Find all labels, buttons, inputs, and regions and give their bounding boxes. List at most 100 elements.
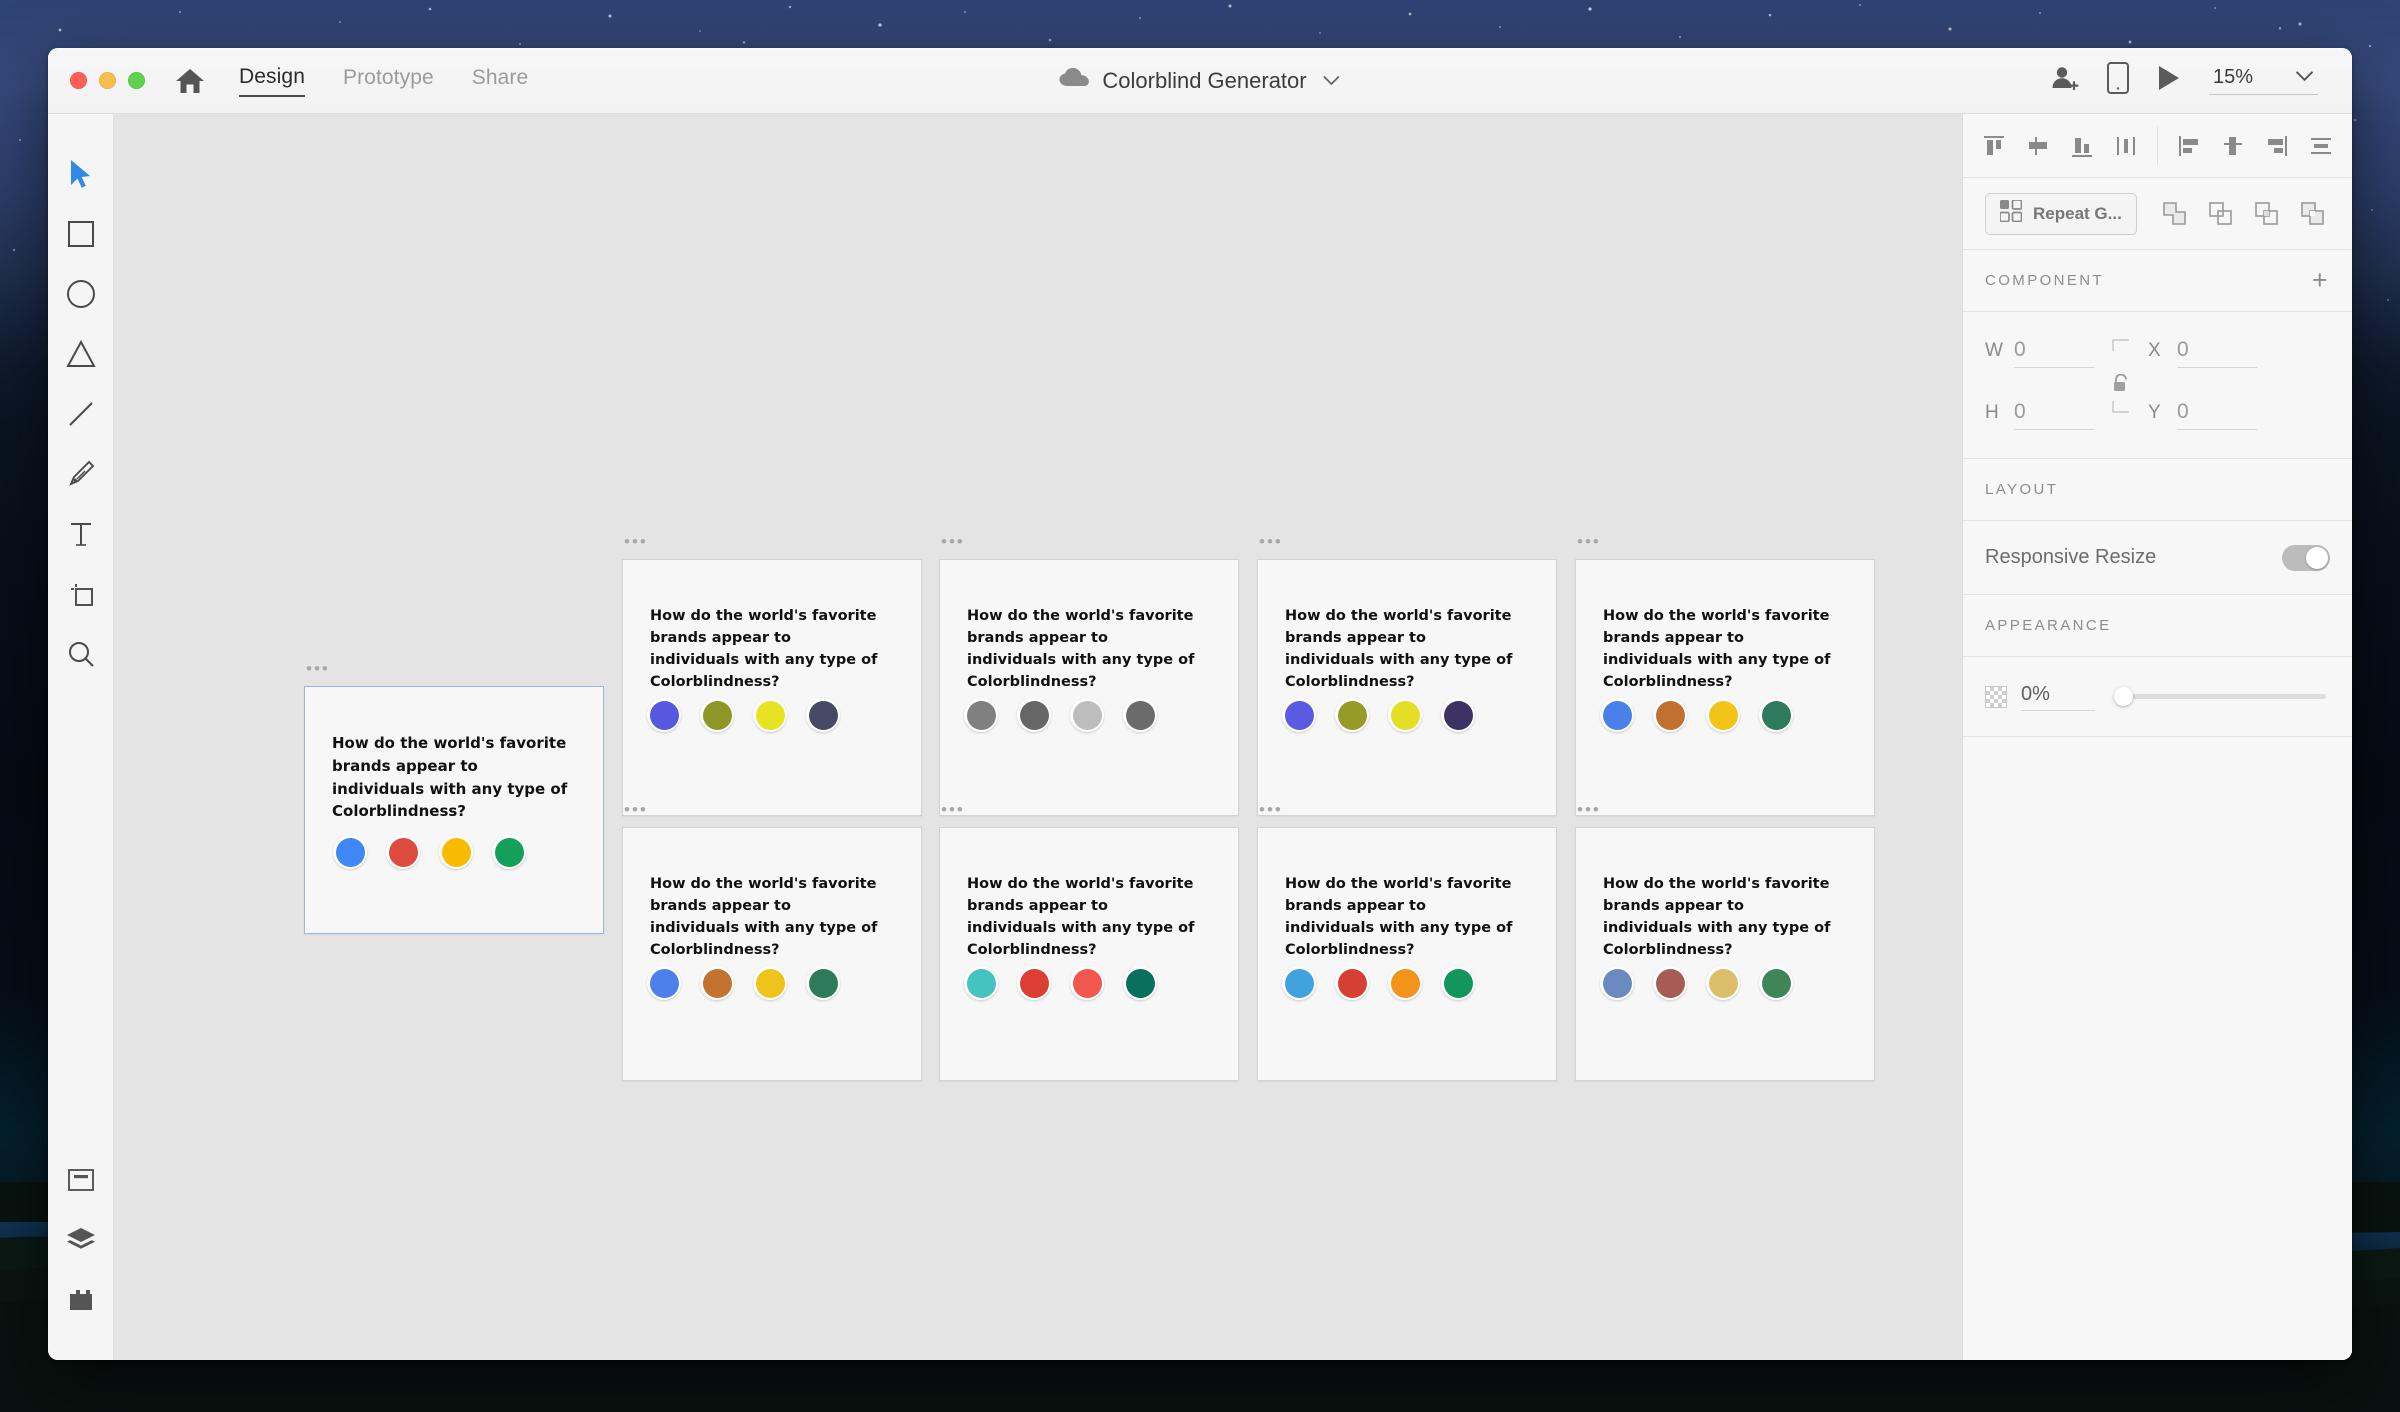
add-person-icon[interactable]: [2049, 63, 2079, 98]
tab-design[interactable]: Design: [239, 65, 305, 97]
add-component-button[interactable]: +: [2312, 267, 2330, 294]
color-swatch[interactable]: [1441, 698, 1475, 732]
color-swatch[interactable]: [1017, 966, 1051, 1000]
color-swatch[interactable]: [806, 698, 840, 732]
text-tool[interactable]: [51, 504, 111, 564]
color-swatch[interactable]: [1388, 966, 1422, 1000]
pen-nib-icon[interactable]: [51, 444, 111, 504]
repeat-grid-button[interactable]: Repeat G...: [1985, 192, 2137, 235]
artboard-protanopia[interactable]: ••• How do the world's favorite brands a…: [622, 801, 922, 1081]
color-swatch[interactable]: [647, 966, 681, 1000]
close-window-button[interactable]: [70, 72, 87, 89]
color-swatch[interactable]: [1600, 698, 1634, 732]
assets-panel-icon[interactable]: [51, 1150, 111, 1210]
color-swatch[interactable]: [700, 966, 734, 1000]
plugin-puzzle-icon[interactable]: [51, 1270, 111, 1330]
color-swatch[interactable]: [1706, 698, 1740, 732]
height-input[interactable]: 0: [2014, 400, 2094, 430]
chevron-down-icon[interactable]: [2295, 69, 2314, 87]
color-swatch[interactable]: [1123, 698, 1157, 732]
color-swatch[interactable]: [1282, 966, 1316, 1000]
ellipse-tool[interactable]: [51, 264, 111, 324]
tab-prototype[interactable]: Prototype: [343, 66, 434, 96]
color-swatch[interactable]: [386, 835, 420, 869]
zoom-level-field[interactable]: 15%: [2208, 66, 2318, 95]
artboard-achromatopsia[interactable]: ••• How do the world's favorite brands a…: [939, 533, 1239, 816]
boolean-add-icon[interactable]: [2158, 197, 2192, 231]
responsive-resize-toggle[interactable]: [2282, 544, 2330, 571]
color-swatch[interactable]: [1282, 698, 1316, 732]
artboard-protanomaly[interactable]: ••• How do the world's favorite brands a…: [939, 801, 1239, 1081]
maximize-window-button[interactable]: [128, 72, 145, 89]
color-swatch[interactable]: [1600, 966, 1634, 1000]
align-vertical-center-icon[interactable]: [2021, 129, 2055, 163]
color-swatch[interactable]: [1706, 966, 1740, 1000]
color-swatch[interactable]: [1017, 698, 1051, 732]
artboard-menu-dots[interactable]: •••: [624, 801, 648, 818]
distribute-vertical-icon[interactable]: [2109, 129, 2143, 163]
home-icon[interactable]: [175, 67, 205, 95]
color-swatch[interactable]: [439, 835, 473, 869]
y-field[interactable]: Y 0: [2148, 400, 2257, 430]
artboard-achromatomaly[interactable]: ••• How do the world's favorite brands a…: [1575, 801, 1875, 1081]
align-bottom-icon[interactable]: [2065, 129, 2099, 163]
opacity-value[interactable]: 0%: [2021, 683, 2095, 711]
color-swatch[interactable]: [1123, 966, 1157, 1000]
align-top-icon[interactable]: [1977, 129, 2011, 163]
color-swatch[interactable]: [753, 966, 787, 1000]
color-swatch[interactable]: [753, 698, 787, 732]
play-icon[interactable]: [2157, 65, 2181, 96]
artboard-menu-dots[interactable]: •••: [1577, 801, 1601, 818]
artboard-original[interactable]: ••• How do the world's favorite brands a…: [304, 660, 604, 934]
slider-thumb[interactable]: [2114, 687, 2133, 706]
color-swatch[interactable]: [1653, 966, 1687, 1000]
minimize-window-button[interactable]: [99, 72, 116, 89]
y-input[interactable]: 0: [2177, 400, 2257, 430]
height-field[interactable]: H 0: [1985, 400, 2094, 430]
color-swatch[interactable]: [1070, 966, 1104, 1000]
line-tool[interactable]: [51, 384, 111, 444]
x-input[interactable]: 0: [2177, 338, 2257, 368]
polygon-tool[interactable]: [51, 324, 111, 384]
artboard-menu-dots[interactable]: •••: [624, 533, 648, 550]
color-swatch[interactable]: [1335, 966, 1369, 1000]
unlocked-padlock-icon[interactable]: [2094, 372, 2148, 396]
color-swatch[interactable]: [1388, 698, 1422, 732]
color-swatch[interactable]: [492, 835, 526, 869]
distribute-horizontal-icon[interactable]: [2304, 129, 2338, 163]
design-canvas[interactable]: ••• How do the world's favorite brands a…: [114, 114, 1962, 1360]
artboard-tritanomaly[interactable]: ••• How do the world's favorite brands a…: [1257, 533, 1557, 816]
align-horizontal-center-icon[interactable]: [2216, 129, 2250, 163]
color-swatch[interactable]: [1759, 698, 1793, 732]
artboard-menu-dots[interactable]: •••: [1259, 533, 1283, 550]
artboard-menu-dots[interactable]: •••: [306, 660, 330, 677]
color-swatch[interactable]: [700, 698, 734, 732]
document-title-menu[interactable]: Colorblind Generator: [1059, 67, 1340, 94]
color-swatch[interactable]: [1335, 698, 1369, 732]
artboard-deuteranopia[interactable]: ••• How do the world's favorite brands a…: [1575, 533, 1875, 816]
x-field[interactable]: X 0: [2148, 338, 2257, 368]
color-swatch[interactable]: [647, 698, 681, 732]
color-swatch[interactable]: [1759, 966, 1793, 1000]
align-right-icon[interactable]: [2260, 129, 2294, 163]
tab-share[interactable]: Share: [472, 66, 529, 96]
color-swatch[interactable]: [1653, 698, 1687, 732]
color-swatch[interactable]: [964, 966, 998, 1000]
color-swatch[interactable]: [1441, 966, 1475, 1000]
artboard-deuteranomaly[interactable]: ••• How do the world's favorite brands a…: [1257, 801, 1557, 1081]
artboard-menu-dots[interactable]: •••: [941, 801, 965, 818]
align-left-icon[interactable]: [2172, 129, 2206, 163]
artboard-tool[interactable]: [51, 564, 111, 624]
artboard-menu-dots[interactable]: •••: [1577, 533, 1601, 550]
color-swatch[interactable]: [964, 698, 998, 732]
artboard-tritanopia[interactable]: ••• How do the world's favorite brands a…: [622, 533, 922, 816]
opacity-slider[interactable]: [2114, 687, 2326, 706]
width-field[interactable]: W 0: [1985, 338, 2094, 368]
color-swatch[interactable]: [333, 835, 367, 869]
width-input[interactable]: 0: [2014, 338, 2094, 368]
select-tool[interactable]: [51, 144, 111, 204]
rectangle-tool[interactable]: [51, 204, 111, 264]
mobile-device-icon[interactable]: [2106, 62, 2129, 99]
artboard-menu-dots[interactable]: •••: [941, 533, 965, 550]
boolean-exclude-icon[interactable]: [2296, 197, 2330, 231]
